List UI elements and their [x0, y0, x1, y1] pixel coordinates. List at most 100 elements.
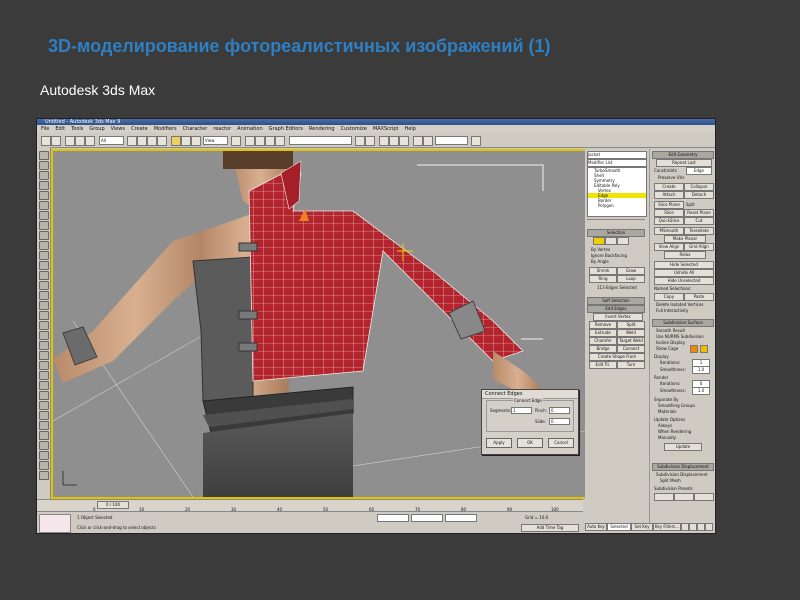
y-coordinate-field[interactable] — [411, 514, 443, 522]
z-coordinate-field[interactable] — [445, 514, 477, 522]
reset-plane-button[interactable]: Reset Plane — [684, 209, 714, 217]
menu-rendering[interactable]: Rendering — [309, 125, 335, 133]
menu-customize[interactable]: Customize — [341, 125, 367, 133]
ignore-backfacing-checkbox[interactable]: Ignore Backfacing — [591, 253, 627, 258]
stack-item[interactable]: Polygon — [588, 203, 646, 208]
connect-button[interactable]: Connect — [617, 345, 645, 353]
constraints-dropdown[interactable]: Edge — [686, 167, 712, 175]
create-button[interactable]: Create — [654, 183, 684, 191]
mirror-button[interactable] — [355, 136, 365, 146]
side-tool-11[interactable] — [39, 251, 49, 260]
side-tool-22[interactable] — [39, 361, 49, 370]
side-tool-5[interactable] — [39, 191, 49, 200]
time-slider[interactable]: 0 / 100 — [97, 501, 129, 509]
side-tool-23[interactable] — [39, 371, 49, 380]
apply-button[interactable]: Apply — [486, 438, 512, 448]
collapse-button[interactable]: Collapse — [684, 183, 714, 191]
relax-button[interactable]: Relax — [664, 251, 706, 259]
edge-mode-button[interactable] — [593, 237, 605, 245]
materials-checkbox[interactable]: Materials — [658, 409, 676, 414]
side-tool-3[interactable] — [39, 171, 49, 180]
maxscript-listener-mini[interactable] — [39, 514, 71, 533]
side-tool-9[interactable] — [39, 231, 49, 240]
isoline-display-checkbox[interactable]: Isoline Display — [656, 340, 685, 345]
menu-group[interactable]: Group — [89, 125, 104, 133]
side-tool-12[interactable] — [39, 261, 49, 270]
split-edge-button[interactable]: Split — [617, 321, 645, 329]
pinch-spinner[interactable]: 0 — [549, 407, 570, 414]
curve-editor-button[interactable] — [389, 136, 399, 146]
side-tool-7[interactable] — [39, 211, 49, 220]
select-object-button[interactable] — [127, 136, 137, 146]
menu-modifiers[interactable]: Modifiers — [154, 125, 177, 133]
preset-high-button[interactable] — [694, 493, 714, 501]
redo-button[interactable] — [51, 136, 61, 146]
by-vertex-checkbox[interactable]: By Vertex — [591, 247, 610, 252]
zoom-extents-button[interactable] — [689, 523, 697, 531]
subdivision-displacement-rollout[interactable]: Subdivision Displacement — [652, 463, 714, 471]
delete-isolated-checkbox[interactable]: Delete Isolated Vertices — [656, 302, 703, 307]
render-type-dropdown[interactable] — [435, 136, 468, 145]
preserve-uvs-checkbox[interactable]: Preserve UVs — [658, 175, 684, 180]
view-align-button[interactable]: View Align — [654, 243, 684, 251]
create-shape-button[interactable]: Create Shape From Selection — [589, 353, 645, 365]
ring-button[interactable]: Ring — [589, 275, 617, 283]
side-tool-13[interactable] — [39, 271, 49, 280]
ok-button[interactable]: OK — [517, 438, 543, 448]
object-name-field[interactable]: Jacket — [587, 151, 647, 159]
side-tool-27[interactable] — [39, 411, 49, 420]
reference-coordinate-dropdown[interactable]: View — [203, 136, 228, 145]
unlink-button[interactable] — [75, 136, 85, 146]
pivot-center-button[interactable] — [231, 136, 241, 146]
bridge-button[interactable]: Bridge — [589, 345, 617, 353]
hide-unselected-button[interactable]: Hide Unselected — [654, 277, 714, 285]
side-tool-25[interactable] — [39, 391, 49, 400]
perspective-viewport[interactable]: Connect Edges Connect Edge Segments: 1 P… — [51, 149, 587, 499]
window-crossing-button[interactable] — [157, 136, 167, 146]
border-mode-button[interactable] — [605, 237, 617, 245]
menu-graph-editors[interactable]: Graph Editors — [269, 125, 303, 133]
side-tool-6[interactable] — [39, 201, 49, 210]
selection-filter-dropdown[interactable]: All — [99, 136, 124, 145]
menu-character[interactable]: Character — [183, 125, 208, 133]
render-setup-button[interactable] — [423, 136, 433, 146]
by-angle-checkbox[interactable]: By Angle — [591, 259, 609, 264]
select-rotate-button[interactable] — [181, 136, 191, 146]
cage-color-swatch-2[interactable] — [700, 345, 708, 353]
side-tool-4[interactable] — [39, 181, 49, 190]
modifier-stack-list[interactable]: TurboSmooth Shell Symmetry Editable Poly… — [587, 167, 647, 217]
undo-button[interactable] — [41, 136, 51, 146]
copy-button[interactable]: Copy — [654, 293, 684, 301]
edit-edges-rollout[interactable]: Edit Edges — [587, 305, 645, 313]
slide-spinner[interactable]: 0 — [549, 418, 570, 425]
arc-rotate-button[interactable] — [705, 523, 713, 531]
angle-snap-button[interactable] — [255, 136, 265, 146]
slice-button[interactable]: Slice — [654, 209, 684, 217]
side-tool-31[interactable] — [39, 451, 49, 460]
play-button[interactable] — [681, 523, 689, 531]
smooth-result-checkbox[interactable]: Smooth Result — [656, 328, 685, 333]
side-tool-15[interactable] — [39, 291, 49, 300]
always-radio[interactable]: Always — [658, 423, 672, 428]
snaps-toggle-button[interactable] — [245, 136, 255, 146]
attach-button[interactable]: Attach — [654, 191, 684, 199]
grow-button[interactable]: Grow — [617, 267, 645, 275]
side-tool-19[interactable] — [39, 331, 49, 340]
menu-help[interactable]: Help — [404, 125, 415, 133]
soft-selection-rollout[interactable]: Soft Selection — [587, 297, 645, 305]
preset-medium-button[interactable] — [674, 493, 694, 501]
selection-rollout[interactable]: Selection — [587, 229, 645, 237]
menu-create[interactable]: Create — [131, 125, 148, 133]
side-tool-30[interactable] — [39, 441, 49, 450]
detach-button[interactable]: Detach — [684, 191, 714, 199]
shrink-button[interactable]: Shrink — [589, 267, 617, 275]
select-move-button[interactable] — [171, 136, 181, 146]
side-tool-8[interactable] — [39, 221, 49, 230]
loop-button[interactable]: Loop — [617, 275, 645, 283]
selected-dropdown[interactable]: Selected — [607, 523, 631, 531]
side-tool-21[interactable] — [39, 351, 49, 360]
slice-plane-button[interactable]: Slice Plane — [654, 201, 684, 209]
split-checkbox[interactable]: Split — [686, 202, 695, 207]
menu-file[interactable]: File — [41, 125, 49, 133]
hide-selected-button[interactable]: Hide Selected — [654, 261, 714, 269]
